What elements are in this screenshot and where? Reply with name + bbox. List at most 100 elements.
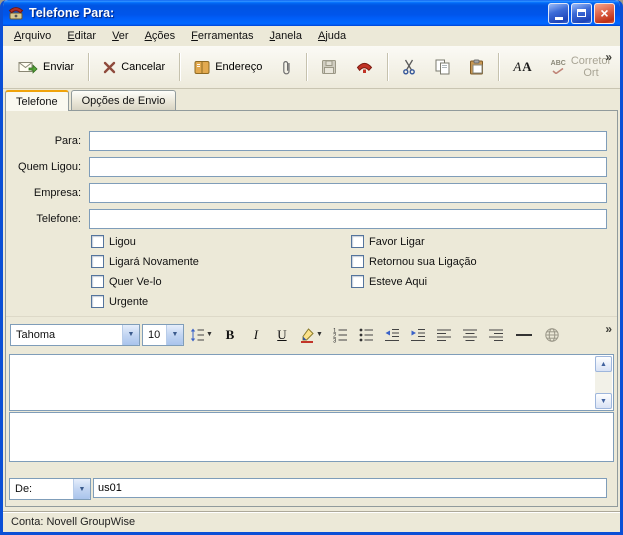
copy-button[interactable] <box>427 51 458 83</box>
checkbox-row-ligou: Ligou <box>91 235 136 248</box>
esteve-aqui-label: Esteve Aqui <box>369 276 427 288</box>
italic-icon: I <box>254 327 258 343</box>
telefone-row: Telefone: <box>9 209 607 229</box>
menu-ferramentas[interactable]: Ferramentas <box>183 27 261 45</box>
toolbar-separator <box>306 53 307 81</box>
toolbar-overflow-chevron[interactable]: » <box>602 49 615 65</box>
underline-button[interactable]: U <box>270 324 294 346</box>
status-bar: Conta: Novell GroupWise <box>3 511 620 532</box>
numbered-list-icon: 123 <box>332 327 348 343</box>
chevron-down-icon: ▼ <box>206 331 213 338</box>
menu-editar[interactable]: Editar <box>59 27 104 45</box>
align-right-button[interactable] <box>484 324 508 346</box>
checkbox-row-quer-ve-lo: Quer Ve-lo <box>91 275 162 288</box>
font-button[interactable]: AA <box>505 51 539 83</box>
save-floppy-icon <box>321 59 337 75</box>
line-spacing-button[interactable]: ▼ <box>186 324 216 346</box>
telefone-input[interactable] <box>89 209 607 229</box>
menu-ajuda[interactable]: Ajuda <box>310 27 354 45</box>
menu-ver[interactable]: Ver <box>104 27 137 45</box>
close-button[interactable]: × <box>594 3 615 24</box>
send-button[interactable]: Enviar <box>10 51 82 83</box>
tab-telefone[interactable]: Telefone <box>5 90 69 111</box>
quer-ve-lo-label: Quer Ve-lo <box>109 276 162 288</box>
bold-button[interactable]: B <box>218 324 242 346</box>
caption-buttons: × <box>548 3 615 24</box>
from-field-selector[interactable]: De: ▼ <box>9 478 91 500</box>
para-input[interactable] <box>89 131 607 151</box>
chevron-down-icon: ▼ <box>316 331 323 338</box>
spellcheck-abc-icon: ABC <box>551 60 566 74</box>
minimize-button[interactable] <box>548 3 569 24</box>
font-size-combo[interactable]: 10 ▼ <box>142 324 184 346</box>
from-input[interactable] <box>93 478 607 498</box>
align-left-button[interactable] <box>432 324 456 346</box>
align-right-icon <box>488 327 504 343</box>
quem-ligou-label: Quem Ligou: <box>9 161 89 173</box>
menu-arquivo[interactable]: Arquivo <box>6 27 59 45</box>
indent-button[interactable] <box>406 324 430 346</box>
esteve-aqui-checkbox[interactable] <box>351 275 364 288</box>
main-toolbar: Enviar Cancelar Endereço <box>3 46 620 89</box>
send-label: Enviar <box>43 61 74 73</box>
align-left-icon <box>436 327 452 343</box>
scroll-down-button[interactable]: ▼ <box>595 393 612 409</box>
address-button[interactable]: Endereço <box>186 51 270 83</box>
scroll-up-button[interactable]: ▲ <box>595 356 612 372</box>
message-body-area[interactable]: ▲ ▼ <box>9 354 614 411</box>
menu-acoes[interactable]: Ações <box>137 27 184 45</box>
cancel-button[interactable]: Cancelar <box>95 51 173 83</box>
numbered-list-button[interactable]: 123 <box>328 324 352 346</box>
empresa-label: Empresa: <box>9 187 89 199</box>
menu-bar: Arquivo Editar Ver Ações Ferramentas Jan… <box>3 26 620 46</box>
save-button[interactable] <box>313 51 345 83</box>
titlebar[interactable]: Telefone Para: × <box>3 0 620 26</box>
toolbar-separator <box>179 53 180 81</box>
outdent-button[interactable] <box>380 324 404 346</box>
telefone-label: Telefone: <box>9 213 89 225</box>
attachment-pane[interactable] <box>9 412 614 462</box>
checkbox-row-esteve-aqui: Esteve Aqui <box>351 275 427 288</box>
bold-icon: B <box>226 327 235 343</box>
checkbox-row-urgente: Urgente <box>91 295 148 308</box>
checkbox-row-ligara-novamente: Ligará Novamente <box>91 255 199 268</box>
send-icon <box>18 59 38 75</box>
para-label: Para: <box>9 135 89 147</box>
ligou-checkbox[interactable] <box>91 235 104 248</box>
menu-janela[interactable]: Janela <box>262 27 310 45</box>
urgente-checkbox[interactable] <box>91 295 104 308</box>
quer-ve-lo-checkbox[interactable] <box>91 275 104 288</box>
paperclip-icon <box>281 59 292 76</box>
hyperlink-button[interactable] <box>540 324 564 346</box>
highlight-color-button[interactable]: ▼ <box>296 324 326 346</box>
underline-icon: U <box>277 327 286 343</box>
cut-button[interactable] <box>394 51 424 83</box>
align-center-button[interactable] <box>458 324 482 346</box>
message-scrollbar[interactable]: ▲ ▼ <box>595 356 612 409</box>
italic-button[interactable]: I <box>244 324 268 346</box>
horizontal-line-button[interactable] <box>510 324 538 346</box>
maximize-icon <box>577 9 586 17</box>
phone-message-window: Telefone Para: × Arquivo Editar Ver Açõe… <box>0 0 623 535</box>
retornou-ligacao-checkbox[interactable] <box>351 255 364 268</box>
font-family-combo[interactable]: Tahoma ▼ <box>10 324 140 346</box>
account-status-text: Conta: Novell GroupWise <box>11 516 135 528</box>
phone-message-icon <box>8 5 24 21</box>
from-row: De: ▼ <box>9 478 607 499</box>
favor-ligar-checkbox[interactable] <box>351 235 364 248</box>
maximize-button[interactable] <box>571 3 592 24</box>
toolbar-separator <box>387 53 388 81</box>
paste-button[interactable] <box>461 51 492 83</box>
scroll-up-icon: ▲ <box>600 361 607 368</box>
tab-opcoes-de-envio[interactable]: Opções de Envio <box>71 90 177 110</box>
quem-ligou-input[interactable] <box>89 157 607 177</box>
dial-phone-button[interactable] <box>348 51 381 83</box>
bullet-list-button[interactable] <box>354 324 378 346</box>
font-family-value: Tahoma <box>16 329 119 341</box>
favor-ligar-label: Favor Ligar <box>369 236 425 248</box>
empresa-input[interactable] <box>89 183 607 203</box>
attach-button[interactable] <box>273 51 300 83</box>
ligara-novamente-checkbox[interactable] <box>91 255 104 268</box>
format-overflow-chevron[interactable]: » <box>605 322 612 336</box>
indent-icon <box>410 327 426 343</box>
